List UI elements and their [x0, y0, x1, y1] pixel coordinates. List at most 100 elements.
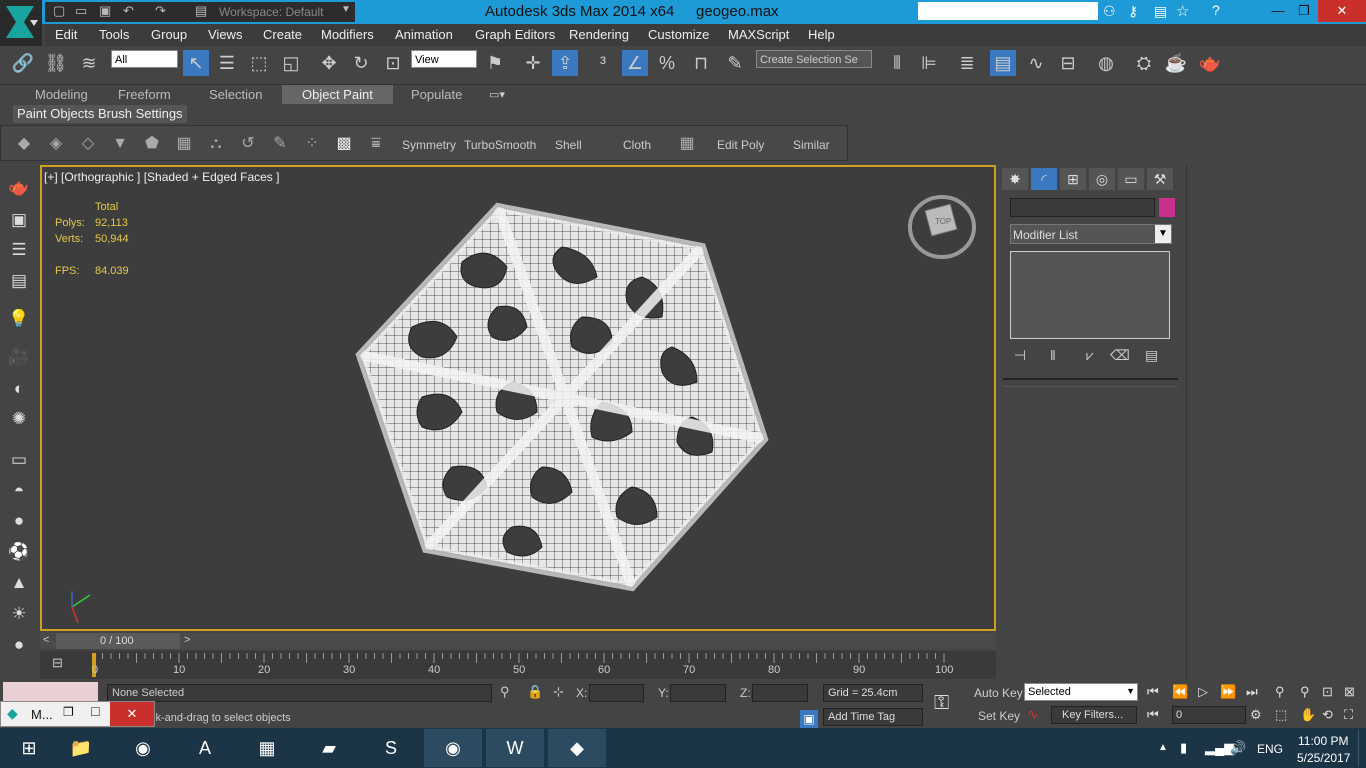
rotate-icon[interactable]: ↻ — [348, 50, 374, 76]
workspace-chevron-icon[interactable]: ▼ — [341, 4, 351, 15]
y-coordinate-input[interactable] — [670, 684, 726, 702]
schematic-view-icon[interactable]: ⊟ — [1055, 50, 1081, 76]
viewport-label[interactable]: [+] [Orthographic ] [Shaded + Edged Face… — [44, 170, 279, 184]
object-color-swatch[interactable] — [1159, 198, 1175, 217]
edit-named-selection-icon[interactable]: ✎ — [722, 50, 748, 76]
snaps-toggle-icon[interactable]: ³ — [590, 50, 616, 76]
show-desktop-button[interactable] — [1358, 729, 1365, 767]
layer-manager-icon[interactable]: ≣ — [954, 50, 980, 76]
chrome-active-icon[interactable]: ◉ — [424, 729, 482, 767]
zoom-extents-icon[interactable]: ⊡ — [1322, 684, 1333, 700]
set-key-button[interactable]: Set Key — [978, 709, 1020, 723]
current-frame-input[interactable]: 0 — [1172, 706, 1246, 724]
mirror-icon[interactable]: ⫴ — [884, 50, 910, 76]
make-unique-icon[interactable]: ⩗ — [1086, 347, 1094, 364]
subtab-brush-settings[interactable]: Brush Settings — [94, 105, 187, 123]
curve-editor-icon[interactable]: ∿ — [1023, 50, 1049, 76]
language-indicator[interactable]: ENG — [1257, 742, 1283, 756]
absolute-mode-icon[interactable]: ⊹ — [553, 684, 564, 700]
zoom-icon[interactable]: ⚲ — [1275, 684, 1285, 700]
pan-view-icon[interactable]: ✋ — [1300, 707, 1316, 723]
paint-object-1-icon[interactable]: ◆ — [12, 132, 36, 156]
key-mode-toggle-icon[interactable]: ⏮ — [1147, 707, 1159, 723]
selection-lock-icon[interactable]: 🔒 — [527, 684, 543, 700]
tab-populate[interactable]: Populate — [411, 87, 462, 102]
play-icon[interactable]: ▷ — [1198, 684, 1208, 700]
paint-brush-tool-icon[interactable]: ✎ — [268, 132, 292, 156]
align-icon[interactable]: ⊫ — [916, 50, 942, 76]
display-tab-icon[interactable]: ▭ — [1118, 168, 1144, 190]
time-slider-thumb[interactable]: 0 / 100 — [56, 633, 180, 649]
paint-object-2-icon[interactable]: ◈ — [44, 132, 68, 156]
word-icon[interactable]: W — [486, 729, 544, 767]
word-pad-icon[interactable]: A — [176, 729, 234, 767]
paint-object-6-icon[interactable]: ▦ — [172, 132, 196, 156]
remove-modifier-icon[interactable]: ⌫ — [1110, 347, 1130, 364]
circle-icon[interactable]: ● — [6, 632, 32, 658]
pivot-center-icon[interactable]: ⚑ — [482, 50, 508, 76]
volume-icon[interactable]: 🔊 — [1230, 740, 1246, 756]
menu-maxscript[interactable]: MAXScript — [728, 27, 789, 42]
menu-animation[interactable]: Animation — [395, 27, 453, 42]
select-object-icon[interactable]: ↖ — [183, 50, 209, 76]
add-time-tag-button[interactable]: Add Time Tag — [823, 708, 923, 726]
hierarchy-tab-icon[interactable]: ⊞ — [1060, 168, 1086, 190]
time-next-icon[interactable]: > — [184, 634, 190, 646]
bind-space-warp-icon[interactable]: ≋ — [76, 50, 102, 76]
workspace-dropdown[interactable]: Workspace: Default — [219, 5, 324, 19]
open-file-icon[interactable]: ▭ — [75, 3, 87, 19]
select-by-name-icon[interactable]: ☰ — [214, 50, 240, 76]
cloth-button[interactable]: Cloth — [623, 138, 651, 152]
key-mode-dropdown[interactable]: Selected ▼ — [1024, 683, 1138, 701]
edit-poly-icon[interactable]: ▦ — [675, 132, 699, 156]
next-frame-icon[interactable]: ⏩ — [1220, 684, 1236, 700]
file-explorer-icon[interactable]: 📁 — [52, 729, 110, 767]
keyboard-shortcut-override-icon[interactable]: ⇪ — [552, 50, 578, 76]
scale-icon[interactable]: ⊡ — [380, 50, 406, 76]
spinner-snap-icon[interactable]: ⊓ — [688, 50, 714, 76]
camera-icon[interactable]: 🎥 — [6, 344, 32, 370]
minimized-window[interactable]: ◆ M... ❐ □ ✕ — [0, 701, 155, 727]
select-and-link-icon[interactable]: 🔗 — [10, 50, 36, 76]
paint-object-7-icon[interactable]: ⛬ — [204, 132, 228, 156]
go-to-end-icon[interactable]: ⏭ — [1246, 684, 1258, 700]
help-icon[interactable]: ? — [1212, 2, 1220, 18]
turbosmooth-button[interactable]: TurboSmooth — [464, 138, 536, 152]
motion-tab-icon[interactable]: ◎ — [1089, 168, 1115, 190]
project-folder-icon[interactable]: ▤ — [195, 3, 207, 19]
sticky-notes-icon[interactable]: ▰ — [300, 729, 358, 767]
hemisphere-icon[interactable]: ◓ — [6, 478, 32, 504]
tab-selection[interactable]: Selection — [209, 87, 262, 102]
time-slider[interactable]: < 0 / 100 > — [40, 633, 996, 649]
key-search-icon[interactable]: ⚷ — [1128, 3, 1138, 20]
menu-views[interactable]: Views — [208, 27, 242, 42]
tab-object-paint[interactable]: Object Paint — [282, 85, 393, 104]
rectangle-selection-icon[interactable]: ⬚ — [246, 50, 272, 76]
scatter-icon[interactable]: ⁘ — [300, 132, 324, 156]
configure-sets-icon[interactable]: ▤ — [1145, 347, 1158, 364]
edit-poly-button[interactable]: Edit Poly — [717, 138, 764, 152]
x-coordinate-input[interactable] — [589, 684, 644, 702]
menu-group[interactable]: Group — [151, 27, 187, 42]
restore-icon[interactable]: ❐ — [63, 705, 74, 719]
app-logo-button[interactable] — [0, 0, 42, 46]
rendered-frame-window-icon[interactable]: ☕ — [1163, 50, 1189, 76]
cone-primitive-icon[interactable]: ▲ — [6, 570, 32, 596]
window-crossing-icon[interactable]: ◱ — [278, 50, 304, 76]
modifier-list-dropdown[interactable]: Modifier List ▼ — [1010, 224, 1172, 244]
previous-frame-icon[interactable]: ⏪ — [1172, 684, 1188, 700]
grid-panel-icon[interactable]: ▤ — [6, 268, 32, 294]
orbit-icon[interactable]: ⟲ — [1322, 707, 1333, 723]
paint-brush-icon[interactable]: ↺ — [236, 132, 260, 156]
communication-icon[interactable]: ▤ — [1154, 3, 1167, 20]
new-file-icon[interactable]: ▢ — [53, 3, 65, 19]
menu-tools[interactable]: Tools — [99, 27, 129, 42]
undo-icon[interactable]: ↶ — [123, 3, 134, 19]
utilities-tab-icon[interactable]: ⚒ — [1147, 168, 1173, 190]
render-production-icon[interactable]: 🫖 — [1197, 50, 1223, 76]
menu-modifiers[interactable]: Modifiers — [321, 27, 374, 42]
stack-icon[interactable]: ⩸ — [364, 132, 388, 156]
zoom-extents-all-icon[interactable]: ⊠ — [1344, 684, 1355, 700]
start-windows-icon[interactable]: ⊞ — [0, 729, 58, 767]
favorites-star-icon[interactable]: ☆ — [1176, 2, 1189, 20]
